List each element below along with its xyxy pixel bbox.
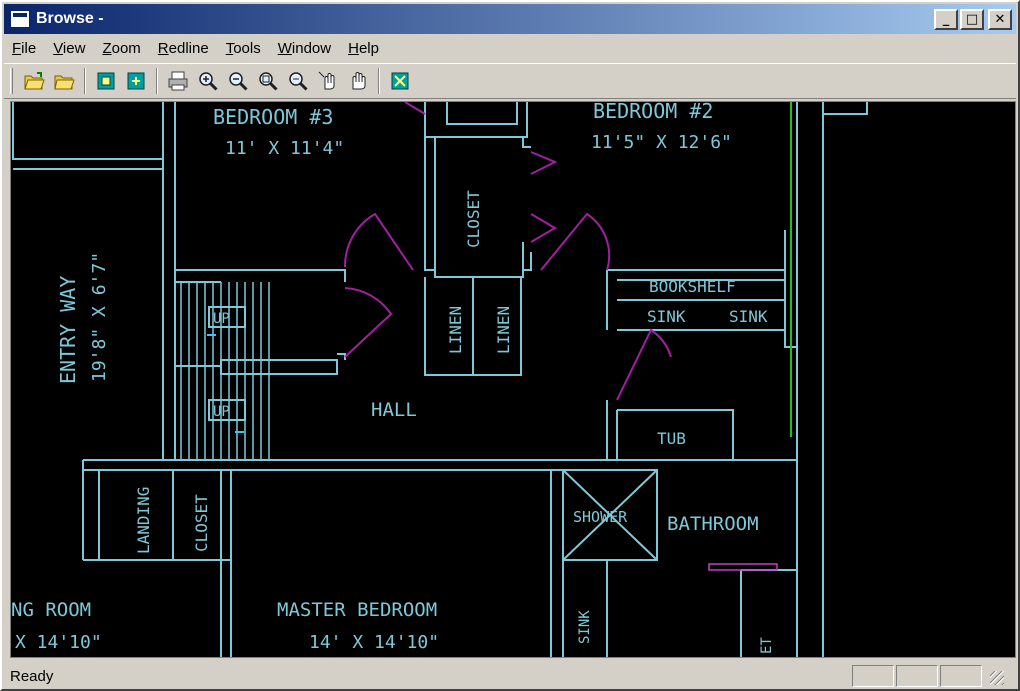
label-landing: LANDING — [134, 487, 153, 554]
label-et: ET — [759, 637, 775, 654]
label-up-1: UP — [213, 311, 230, 327]
label-bathroom: BATHROOM — [667, 513, 759, 535]
resize-grip[interactable] — [986, 667, 1004, 685]
label-hall: HALL — [371, 399, 417, 421]
zoom-in-icon[interactable] — [193, 67, 223, 95]
close-button[interactable]: ✕ — [988, 9, 1012, 30]
label-bedroom3: BEDROOM #3 — [213, 105, 333, 129]
label-closet-top: CLOSET — [464, 190, 483, 248]
layer-alt-icon[interactable] — [121, 67, 151, 95]
floor-plan: BEDROOM #3 11' X 11'4" BEDROOM #2 11'5" … — [11, 102, 868, 657]
menu-redline[interactable]: Redline — [158, 40, 209, 57]
app-icon — [10, 10, 30, 28]
label-entry-size: 19'8" X 6'7" — [89, 252, 110, 382]
toolbar — [4, 63, 1016, 99]
label-closet-bottom: CLOSET — [192, 494, 211, 552]
label-living-size: X 14'10" — [15, 632, 102, 653]
maximize-button[interactable]: □ — [960, 9, 984, 30]
toolbar-separator — [378, 68, 380, 94]
zoom-window-icon[interactable] — [253, 67, 283, 95]
label-sink-1: SINK — [647, 307, 686, 326]
label-bedroom2: BEDROOM #2 — [593, 102, 713, 123]
zoom-out-icon[interactable] — [223, 67, 253, 95]
menu-bar: File View Zoom Redline Tools Window Help — [4, 35, 1016, 61]
toolbar-separator — [156, 68, 158, 94]
label-sink-3: SINK — [577, 610, 593, 644]
walls — [12, 102, 868, 657]
label-bookshelf: BOOKSHELF — [649, 277, 736, 296]
folder-icon[interactable] — [49, 67, 79, 95]
print-icon[interactable] — [163, 67, 193, 95]
window-title: Browse - — [36, 10, 104, 27]
drawing-canvas[interactable]: BEDROOM #3 11' X 11'4" BEDROOM #2 11'5" … — [10, 101, 1016, 658]
label-living-room: NG ROOM — [11, 599, 91, 621]
menu-tools[interactable]: Tools — [226, 40, 261, 57]
app-window: Browse - _ □ ✕ File View Zoom Redline To… — [0, 0, 1020, 691]
label-linen-2: LINEN — [494, 306, 513, 354]
toolbar-separator — [84, 68, 86, 94]
menu-view[interactable]: View — [53, 40, 85, 57]
menu-window[interactable]: Window — [278, 40, 331, 57]
menu-file[interactable]: File — [12, 40, 36, 57]
status-bar: Ready — [4, 663, 1016, 689]
label-shower: SHOWER — [573, 508, 628, 526]
label-bedroom3-size: 11' X 11'4" — [225, 138, 344, 159]
title-bar[interactable]: Browse - _ □ ✕ — [4, 4, 1016, 34]
label-master-bedroom: MASTER BEDROOM — [277, 599, 437, 621]
toolbar-grip[interactable] — [10, 68, 13, 94]
select-hand-icon[interactable] — [313, 67, 343, 95]
label-master-size: 14' X 14'10" — [309, 632, 439, 653]
open-folder-icon[interactable] — [19, 67, 49, 95]
label-linen-1: LINEN — [446, 306, 465, 354]
layer-icon[interactable] — [91, 67, 121, 95]
label-bedroom2-size: 11'5" X 12'6" — [591, 132, 732, 153]
label-sink-2: SINK — [729, 307, 768, 326]
status-panel-2 — [896, 665, 938, 687]
pan-hand-icon[interactable] — [343, 67, 373, 95]
fit-view-icon[interactable] — [385, 67, 415, 95]
zoom-extents-icon[interactable] — [283, 67, 313, 95]
label-entry: ENTRY WAY — [56, 276, 80, 384]
status-panel-1 — [852, 665, 894, 687]
label-tub: TUB — [657, 429, 686, 448]
minimize-button[interactable]: _ — [934, 9, 958, 30]
status-panel-3 — [940, 665, 982, 687]
menu-help[interactable]: Help — [348, 40, 379, 57]
menu-zoom[interactable]: Zoom — [102, 40, 140, 57]
label-up-2: UP — [213, 404, 230, 420]
status-text: Ready — [10, 667, 54, 685]
